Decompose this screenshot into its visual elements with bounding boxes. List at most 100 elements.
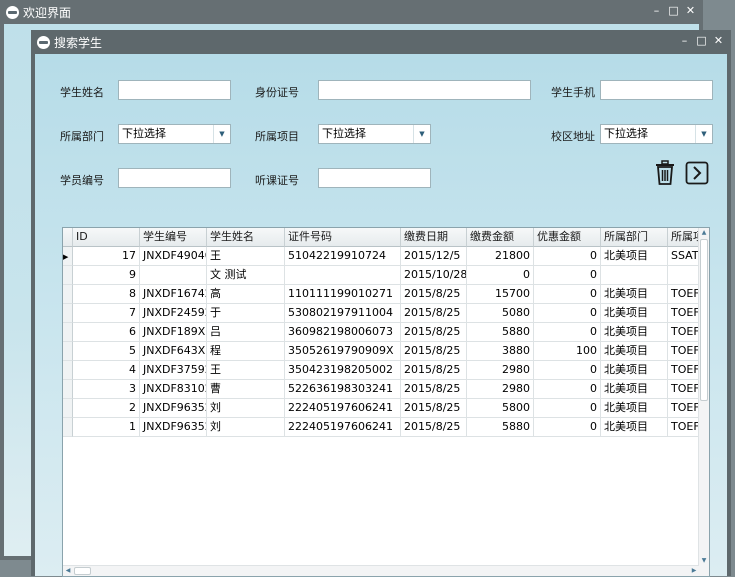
id-card-input[interactable] <box>318 80 531 100</box>
table-cell[interactable]: JNXDF83102 <box>140 380 207 399</box>
table-cell[interactable]: 2015/8/25 <box>401 304 467 323</box>
table-cell[interactable]: 51042219910724 <box>285 247 401 266</box>
close-icon[interactable]: ✕ <box>710 33 727 49</box>
table-cell[interactable]: 2015/8/25 <box>401 323 467 342</box>
table-cell[interactable]: 2980 <box>467 361 534 380</box>
chevron-down-icon[interactable]: ▼ <box>213 125 230 143</box>
table-cell[interactable]: 5880 <box>467 418 534 437</box>
table-cell[interactable]: 35052619790909X <box>285 342 401 361</box>
table-cell[interactable]: 2015/8/25 <box>401 361 467 380</box>
table-cell[interactable]: 17 <box>73 247 140 266</box>
row-header[interactable] <box>63 266 73 285</box>
scroll-left-icon[interactable]: ◀ <box>63 566 73 576</box>
maximize-icon[interactable]: □ <box>693 33 710 49</box>
student-no-input[interactable] <box>118 168 231 188</box>
column-header[interactable]: 优惠金额 <box>534 228 601 247</box>
table-cell[interactable]: 吕 <box>207 323 285 342</box>
table-cell[interactable]: 3 <box>73 380 140 399</box>
student-name-input[interactable] <box>118 80 231 100</box>
table-cell[interactable]: 程 <box>207 342 285 361</box>
table-cell[interactable]: 5880 <box>467 323 534 342</box>
column-header[interactable]: 缴费日期 <box>401 228 467 247</box>
trash-icon[interactable] <box>653 160 677 186</box>
row-header[interactable]: ▶ <box>63 247 73 266</box>
table-cell[interactable]: 2015/8/25 <box>401 418 467 437</box>
scroll-down-icon[interactable]: ▼ <box>699 556 709 566</box>
column-header[interactable]: 学生姓名 <box>207 228 285 247</box>
table-cell[interactable]: 0 <box>534 361 601 380</box>
table-cell[interactable]: 0 <box>534 247 601 266</box>
table-cell[interactable] <box>285 266 401 285</box>
students-table[interactable]: ID 学生编号 学生姓名 证件号码 缴费日期 缴费金额 优惠金额 所属部门 所属项 ▶ 17 JNX… <box>62 227 710 577</box>
row-header[interactable] <box>63 304 73 323</box>
table-cell[interactable]: 4 <box>73 361 140 380</box>
row-header[interactable] <box>63 285 73 304</box>
table-cell[interactable]: 北美项目 <box>601 247 668 266</box>
table-cell[interactable]: 曹 <box>207 380 285 399</box>
table-cell[interactable]: 北美项目 <box>601 380 668 399</box>
table-cell[interactable]: 刘 <box>207 418 285 437</box>
table-cell[interactable]: JNXDF96352 <box>140 399 207 418</box>
row-header[interactable] <box>63 361 73 380</box>
vertical-scroll-thumb[interactable] <box>700 239 708 401</box>
table-cell[interactable]: 350423198205002 <box>285 361 401 380</box>
table-cell[interactable]: 15700 <box>467 285 534 304</box>
project-select[interactable]: 下拉选择 ▼ <box>318 124 431 144</box>
table-cell[interactable]: 0 <box>534 399 601 418</box>
table-cell[interactable]: JNXDF49040 <box>140 247 207 266</box>
table-cell[interactable]: 北美项目 <box>601 342 668 361</box>
table-cell[interactable]: 3880 <box>467 342 534 361</box>
table-cell[interactable]: 2015/8/25 <box>401 399 467 418</box>
table-cell[interactable]: 5800 <box>467 399 534 418</box>
table-cell[interactable]: 2015/8/25 <box>401 342 467 361</box>
table-cell[interactable]: JNXDF96352 <box>140 418 207 437</box>
minimize-icon[interactable]: – <box>676 33 693 49</box>
close-icon[interactable]: ✕ <box>682 3 699 19</box>
column-header[interactable]: 证件号码 <box>285 228 401 247</box>
dept-select[interactable]: 下拉选择 ▼ <box>118 124 231 144</box>
table-cell[interactable]: 北美项目 <box>601 361 668 380</box>
table-cell[interactable]: 2015/12/5 <box>401 247 467 266</box>
table-cell[interactable]: JNXDF37592 <box>140 361 207 380</box>
table-cell[interactable]: 1 <box>73 418 140 437</box>
table-cell[interactable] <box>140 266 207 285</box>
table-cell[interactable]: 222405197606241 <box>285 399 401 418</box>
table-cell[interactable]: 高 <box>207 285 285 304</box>
table-cell[interactable] <box>601 266 668 285</box>
table-cell[interactable]: 110111199010271 <box>285 285 401 304</box>
table-cell[interactable]: 530802197911004 <box>285 304 401 323</box>
table-cell[interactable]: 8 <box>73 285 140 304</box>
phone-input[interactable] <box>600 80 713 100</box>
listen-card-input[interactable] <box>318 168 431 188</box>
table-cell[interactable]: 0 <box>534 323 601 342</box>
table-cell[interactable]: 2015/8/25 <box>401 285 467 304</box>
column-header[interactable]: 缴费金额 <box>467 228 534 247</box>
table-cell[interactable]: 2980 <box>467 380 534 399</box>
table-cell[interactable]: 5080 <box>467 304 534 323</box>
table-cell[interactable]: JNXDF24592 <box>140 304 207 323</box>
arrow-right-icon[interactable] <box>685 160 709 186</box>
table-cell[interactable]: 2 <box>73 399 140 418</box>
table-cell[interactable]: 北美项目 <box>601 399 668 418</box>
table-cell[interactable]: 222405197606241 <box>285 418 401 437</box>
table-cell[interactable]: 522636198303241 <box>285 380 401 399</box>
row-header[interactable] <box>63 323 73 342</box>
background-window-titlebar[interactable]: 欢迎界面 – □ ✕ <box>0 0 703 24</box>
table-cell[interactable]: 0 <box>467 266 534 285</box>
table-cell[interactable]: 于 <box>207 304 285 323</box>
table-cell[interactable]: 王 <box>207 247 285 266</box>
table-cell[interactable]: 北美项目 <box>601 304 668 323</box>
table-cell[interactable]: 王 <box>207 361 285 380</box>
search-student-titlebar[interactable]: 搜索学生 – □ ✕ <box>31 30 731 54</box>
table-cell[interactable]: 北美项目 <box>601 323 668 342</box>
table-cell[interactable]: 北美项目 <box>601 285 668 304</box>
scroll-up-icon[interactable]: ▲ <box>699 228 709 238</box>
table-cell[interactable]: 文 测试 <box>207 266 285 285</box>
table-cell[interactable]: 北美项目 <box>601 418 668 437</box>
table-cell[interactable]: 360982198006073 <box>285 323 401 342</box>
horizontal-scrollbar[interactable]: ◀ ▶ <box>63 565 699 576</box>
horizontal-scroll-thumb[interactable] <box>74 567 91 575</box>
vertical-scrollbar[interactable]: ▲ ▼ <box>698 228 709 566</box>
column-header[interactable]: 学生编号 <box>140 228 207 247</box>
table-cell[interactable]: 100 <box>534 342 601 361</box>
